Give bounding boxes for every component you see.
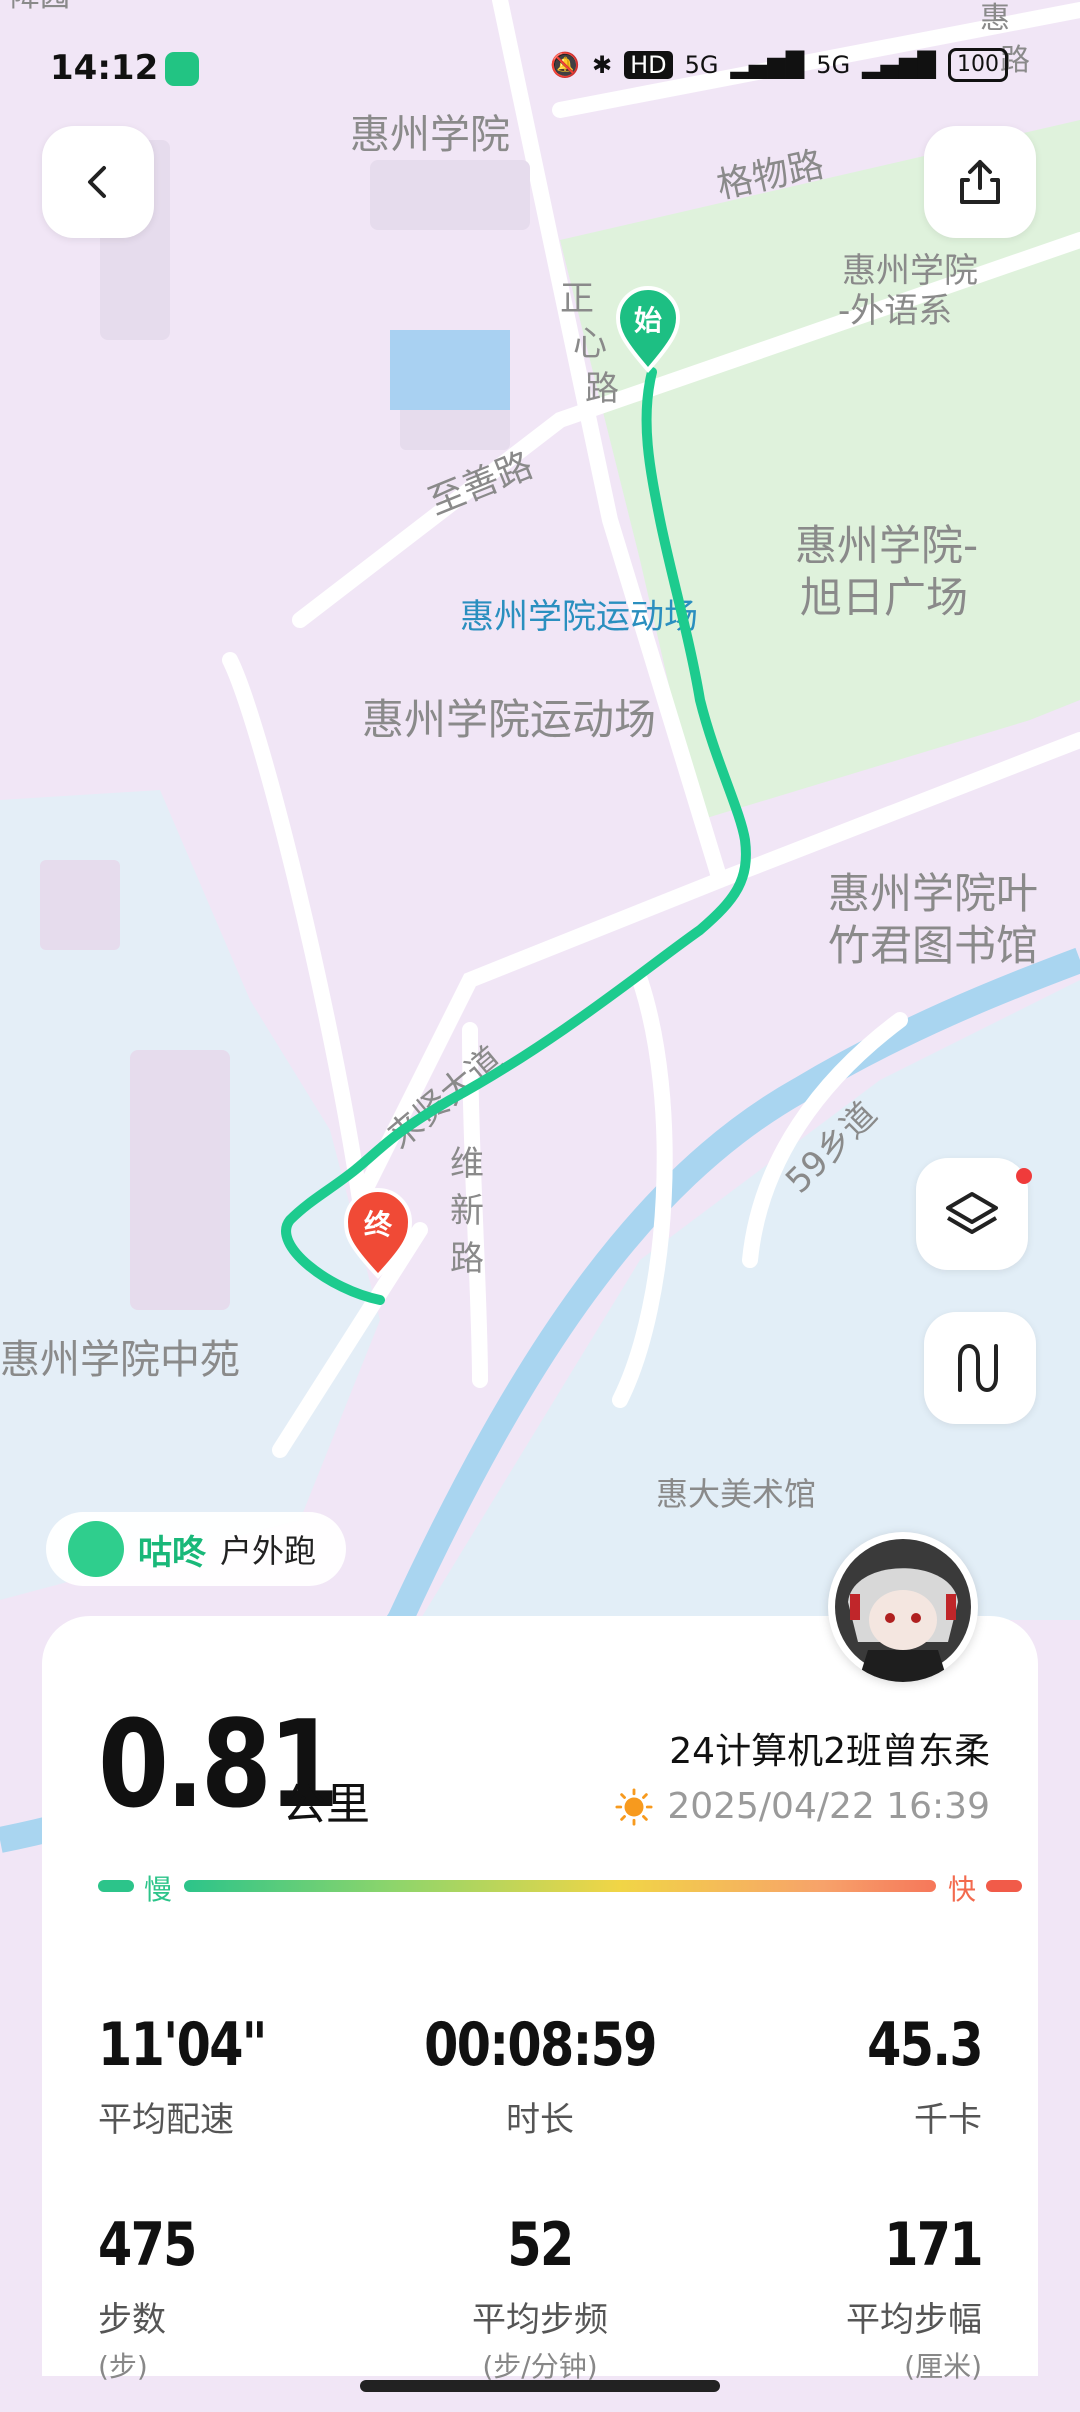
user-avatar[interactable] bbox=[828, 1532, 978, 1682]
label-weixin-1: 维 bbox=[450, 1144, 484, 1184]
stat-label: 平均步频 bbox=[472, 2300, 608, 2340]
stat-stride: 171 平均步幅 (厘米) bbox=[682, 2210, 984, 2385]
distance-unit: 公里 bbox=[282, 1779, 370, 1830]
workout-datetime-row: 2025/04/22 16:39 bbox=[615, 1786, 990, 1827]
mute-icon: 🔕 bbox=[550, 51, 580, 79]
stat-label: 平均步幅 bbox=[846, 2300, 982, 2340]
bluetooth-icon: ✱ bbox=[591, 51, 613, 79]
stat-value: 45.3 bbox=[867, 2010, 983, 2080]
share-button[interactable] bbox=[924, 126, 1036, 238]
label-weixin-3: 路 bbox=[450, 1239, 484, 1279]
map-layers-button[interactable] bbox=[916, 1158, 1032, 1270]
back-button[interactable] bbox=[42, 126, 154, 238]
codoon-logo-icon bbox=[68, 1521, 124, 1577]
home-indicator[interactable] bbox=[360, 2380, 720, 2392]
stat-label: 平均配速 bbox=[98, 2100, 234, 2140]
stat-calories: 45.3 千卡 bbox=[682, 2010, 983, 2141]
status-bar: 14:12 🔕 ✱ HD 5G ▂▄▆█ 5G ▂▄▆█ 100 bbox=[0, 0, 1080, 140]
workout-mode: 户外跑 bbox=[220, 1532, 317, 1570]
stat-value: 11'04" bbox=[98, 2010, 267, 2080]
battery-indicator: 100 bbox=[948, 48, 1008, 82]
brand-name: 咕咚 bbox=[138, 1532, 206, 1573]
label-waiyu-2: -外语系 bbox=[838, 291, 952, 331]
signal-5g-2: 5G bbox=[816, 51, 851, 79]
label-xuri-1: 惠州学院- bbox=[795, 521, 978, 570]
label-zhengxin-1: 正 bbox=[560, 279, 594, 319]
stat-avg-pace: 11'04" 平均配速 bbox=[98, 2010, 398, 2141]
stat-unit: (步) bbox=[98, 2350, 148, 2383]
user-name: 24计算机2班曾东柔 bbox=[669, 1731, 990, 1772]
stat-duration: 00:08:59 时长 bbox=[390, 2010, 690, 2141]
stat-value: 171 bbox=[884, 2210, 983, 2280]
label-zhongyuan: 惠州学院中苑 bbox=[0, 1337, 240, 1383]
chevron-left-icon bbox=[88, 166, 106, 198]
label-zhengxin-3: 路 bbox=[585, 369, 619, 409]
stat-label: 步数 bbox=[98, 2300, 166, 2340]
hd-badge: HD bbox=[624, 51, 673, 79]
pace-slow-label: 慢 bbox=[144, 1873, 173, 1906]
brand-pill: 咕咚 户外跑 bbox=[46, 1512, 347, 1586]
layers-icon bbox=[946, 1192, 998, 1234]
workout-datetime: 2025/04/22 16:39 bbox=[667, 1786, 990, 1827]
pace-slow-segment bbox=[98, 1880, 134, 1892]
pace-fast-label: 快 bbox=[947, 1873, 976, 1906]
avatar-image bbox=[835, 1539, 971, 1682]
stat-unit: (厘米) bbox=[904, 2350, 982, 2383]
summary-card: 0.81 公里 24计算机2班曾东柔 2025/04/22 16:39 慢 快 … bbox=[42, 1616, 1038, 2383]
pace-gradient-bar: 慢 快 bbox=[98, 1866, 1022, 1906]
stat-label: 千卡 bbox=[914, 2100, 982, 2140]
stat-value: 52 bbox=[507, 2210, 574, 2280]
status-icons: 🔕 ✱ HD 5G ▂▄▆█ 5G ▂▄▆█ 100 bbox=[550, 48, 1008, 82]
label-sport-gray: 惠州学院运动场 bbox=[362, 695, 656, 744]
share-icon bbox=[960, 160, 1000, 204]
route-wave-icon bbox=[958, 1344, 998, 1392]
label-library-2: 竹君图书馆 bbox=[828, 921, 1038, 970]
label-waiyu-1: 惠州学院 bbox=[842, 251, 978, 291]
stat-value: 00:08:59 bbox=[424, 2010, 657, 2080]
label-xuri-2: 旭日广场 bbox=[800, 573, 968, 622]
app-notification-icon bbox=[165, 52, 199, 86]
pace-fast-segment bbox=[986, 1880, 1022, 1892]
status-time: 14:12 bbox=[50, 48, 159, 88]
start-marker-label: 始 bbox=[634, 304, 662, 337]
label-sport-blue: 惠州学院运动场 bbox=[460, 597, 698, 637]
label-weixin-2: 新 bbox=[450, 1191, 484, 1231]
notification-dot bbox=[1016, 1168, 1032, 1184]
label-library-1: 惠州学院叶 bbox=[828, 869, 1038, 918]
stat-steps: 475 步数 (步) bbox=[98, 2210, 398, 2385]
stat-unit: (步/分钟) bbox=[482, 2350, 598, 2383]
stat-cadence: 52 平均步频 (步/分钟) bbox=[390, 2210, 690, 2385]
signal-5g-1: 5G bbox=[684, 51, 719, 79]
route-toggle-button[interactable] bbox=[924, 1312, 1036, 1424]
signal-bars-icon: ▂▄▆█ bbox=[730, 51, 805, 79]
stat-value: 475 bbox=[98, 2210, 197, 2280]
signal-bars-icon-2: ▂▄▆█ bbox=[862, 51, 936, 79]
label-zhengxin-2: 心 bbox=[573, 324, 607, 364]
stat-label: 时长 bbox=[506, 2100, 574, 2140]
pool bbox=[390, 330, 510, 410]
end-marker-label: 终 bbox=[364, 1208, 393, 1241]
pace-gradient bbox=[184, 1880, 936, 1892]
sun-icon bbox=[615, 1787, 653, 1826]
label-art: 惠大美术馆 bbox=[656, 1475, 816, 1513]
